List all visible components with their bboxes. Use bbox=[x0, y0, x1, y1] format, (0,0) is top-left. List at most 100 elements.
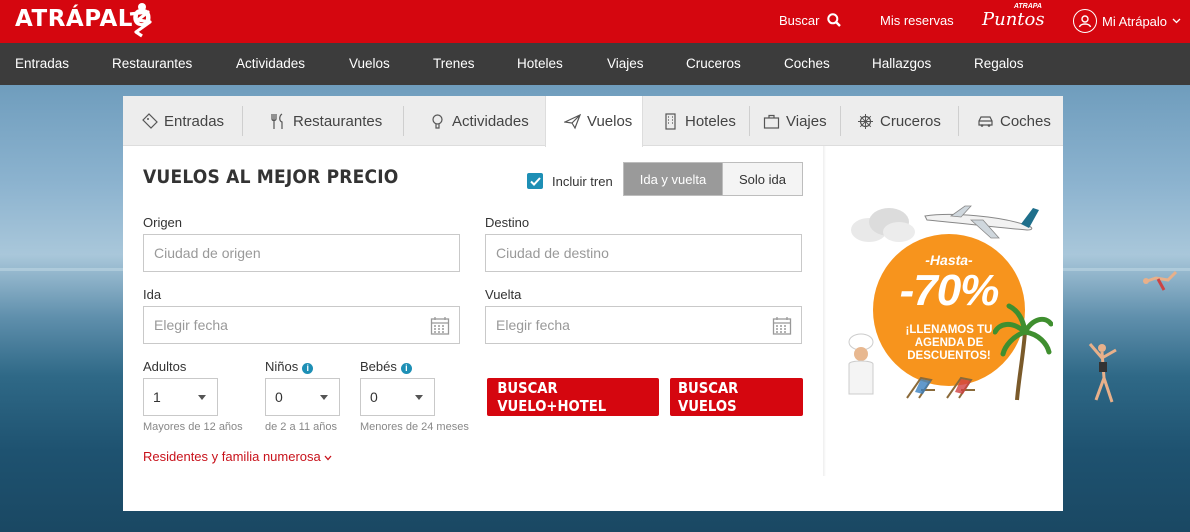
incluir-tren-checkbox[interactable] bbox=[527, 173, 543, 189]
calendar-icon[interactable] bbox=[772, 316, 792, 336]
diver-illustration bbox=[1143, 270, 1178, 291]
jumper-illustration bbox=[1088, 343, 1117, 403]
destino-label: Destino bbox=[485, 215, 530, 230]
oneway-toggle[interactable]: Solo ida bbox=[723, 162, 803, 196]
tab-entradas[interactable]: Entradas bbox=[123, 96, 242, 146]
bebes-select[interactable]: 0 bbox=[360, 378, 435, 416]
category-nav: Entradas Restaurantes Actividades Vuelos… bbox=[0, 43, 1190, 85]
nav-hoteles[interactable]: Hoteles bbox=[517, 56, 563, 71]
top-bar: ATRÁPALO Buscar Mis reservas ATRAPA Punt… bbox=[0, 0, 1190, 43]
nav-hallazgos[interactable]: Hallazgos bbox=[872, 56, 931, 71]
chevron-down-icon bbox=[324, 455, 332, 461]
ninos-hint: de 2 a 11 años bbox=[265, 421, 337, 433]
adultos-select[interactable]: 1 bbox=[143, 378, 218, 416]
origen-label: Origen bbox=[143, 215, 183, 230]
nav-trenes[interactable]: Trenes bbox=[433, 56, 475, 71]
ticket-icon bbox=[142, 112, 158, 129]
residentes-label: Residentes y familia numerosa bbox=[143, 449, 321, 464]
origen-placeholder: Ciudad de origen bbox=[154, 245, 261, 261]
product-tabs: Entradas Restaurantes Actividades Vuelos… bbox=[123, 96, 1063, 147]
roundtrip-toggle[interactable]: Ida y vuelta bbox=[623, 162, 723, 196]
user-icon bbox=[1073, 9, 1097, 33]
cloud-illustration bbox=[851, 208, 915, 242]
nav-viajes[interactable]: Viajes bbox=[607, 56, 644, 71]
logo-figure-icon bbox=[129, 3, 152, 38]
nav-coches[interactable]: Coches bbox=[784, 56, 830, 71]
residentes-link[interactable]: Residentes y familia numerosa bbox=[143, 449, 332, 464]
ida-placeholder: Elegir fecha bbox=[154, 317, 228, 333]
tab-hoteles[interactable]: Hoteles bbox=[644, 96, 749, 146]
vuelta-label: Vuelta bbox=[485, 287, 522, 302]
dropdown-caret-icon bbox=[198, 395, 206, 400]
vuelta-placeholder: Elegir fecha bbox=[496, 317, 570, 333]
car-icon bbox=[978, 115, 993, 127]
tab-label: Viajes bbox=[786, 112, 827, 130]
wheel-icon bbox=[858, 113, 873, 129]
info-icon[interactable]: i bbox=[400, 363, 412, 374]
cutlery-icon bbox=[271, 113, 283, 129]
buscar-vuelos-button[interactable]: BUSCAR VUELOS bbox=[670, 378, 803, 416]
ninos-select[interactable]: 0 bbox=[265, 378, 340, 416]
ida-date-input[interactable]: Elegir fecha bbox=[143, 306, 460, 344]
bebes-value: 0 bbox=[370, 389, 378, 405]
palm-tree-illustration bbox=[993, 303, 1053, 401]
buscar-vuelo-hotel-button[interactable]: BUSCAR VUELO+HOTEL bbox=[487, 378, 659, 416]
account-menu[interactable]: Mi Atrápalo bbox=[1073, 9, 1181, 33]
suitcase-icon bbox=[763, 114, 780, 129]
promo-banner[interactable]: -Hasta- -70% ¡LLENAMOS TU AGENDA DE DESC… bbox=[843, 192, 1063, 412]
tab-actividades[interactable]: Actividades bbox=[411, 96, 546, 146]
tab-coches[interactable]: Coches bbox=[959, 96, 1063, 146]
button-label: BUSCAR VUELO+HOTEL bbox=[497, 379, 607, 415]
puntos-big-text: Puntos bbox=[982, 9, 1045, 30]
account-label: Mi Atrápalo bbox=[1102, 13, 1168, 29]
search-link[interactable]: Buscar bbox=[779, 13, 841, 28]
nav-restaurantes[interactable]: Restaurantes bbox=[112, 56, 192, 71]
bebes-hint: Menores de 24 meses bbox=[360, 421, 469, 433]
nav-cruceros[interactable]: Cruceros bbox=[686, 56, 741, 71]
lightbulb-icon bbox=[432, 113, 443, 129]
airplane-illustration bbox=[924, 205, 1039, 239]
checkmark-icon bbox=[529, 176, 541, 186]
tab-vuelos[interactable]: Vuelos bbox=[545, 96, 643, 147]
tab-label: Actividades bbox=[452, 112, 529, 130]
tab-divider bbox=[403, 106, 404, 136]
tab-divider bbox=[242, 106, 243, 136]
tab-restaurantes[interactable]: Restaurantes bbox=[252, 96, 402, 146]
tab-cruceros[interactable]: Cruceros bbox=[839, 96, 957, 146]
promo-text: ¡LLENAMOS TU AGENDA DE DESCUENTOS! bbox=[905, 324, 993, 362]
bebes-label: Bebés bbox=[360, 359, 397, 374]
reservas-link[interactable]: Mis reservas bbox=[880, 13, 954, 28]
chevron-down-icon bbox=[1172, 18, 1181, 24]
form-title: VUELOS AL MEJOR PRECIO bbox=[143, 166, 399, 188]
button-label: BUSCAR VUELOS bbox=[677, 379, 739, 415]
search-label: Buscar bbox=[779, 13, 820, 28]
ninos-label: Niños bbox=[265, 359, 299, 374]
plane-icon bbox=[564, 113, 581, 130]
ninos-label-wrap: Niños i bbox=[265, 359, 314, 374]
beach-chairs-illustration bbox=[906, 376, 975, 399]
calendar-icon[interactable] bbox=[430, 316, 450, 336]
vuelta-date-input[interactable]: Elegir fecha bbox=[485, 306, 802, 344]
dropdown-caret-icon bbox=[320, 395, 328, 400]
nav-actividades[interactable]: Actividades bbox=[236, 56, 305, 71]
ida-label: Ida bbox=[143, 287, 162, 302]
search-icon bbox=[827, 13, 841, 27]
chef-illustration bbox=[848, 333, 874, 395]
incluir-tren-label: Incluir tren bbox=[552, 174, 613, 189]
nav-regalos[interactable]: Regalos bbox=[974, 56, 1024, 71]
dropdown-caret-icon bbox=[415, 395, 423, 400]
info-icon[interactable]: i bbox=[302, 363, 314, 374]
atrapa-puntos-logo[interactable]: ATRAPA Puntos bbox=[982, 3, 1045, 39]
tab-viajes[interactable]: Viajes bbox=[745, 96, 840, 146]
nav-entradas[interactable]: Entradas bbox=[15, 56, 69, 71]
origen-input[interactable]: Ciudad de origen bbox=[143, 234, 460, 272]
promo-divider bbox=[823, 146, 826, 476]
tab-label: Hoteles bbox=[685, 112, 736, 130]
tab-label: Entradas bbox=[164, 112, 225, 130]
tab-label: Coches bbox=[1000, 112, 1051, 130]
nav-vuelos[interactable]: Vuelos bbox=[349, 56, 390, 71]
destino-input[interactable]: Ciudad de destino bbox=[485, 234, 802, 272]
tab-label: Vuelos bbox=[587, 113, 633, 130]
adultos-label: Adultos bbox=[143, 359, 187, 374]
adultos-value: 1 bbox=[153, 389, 161, 405]
